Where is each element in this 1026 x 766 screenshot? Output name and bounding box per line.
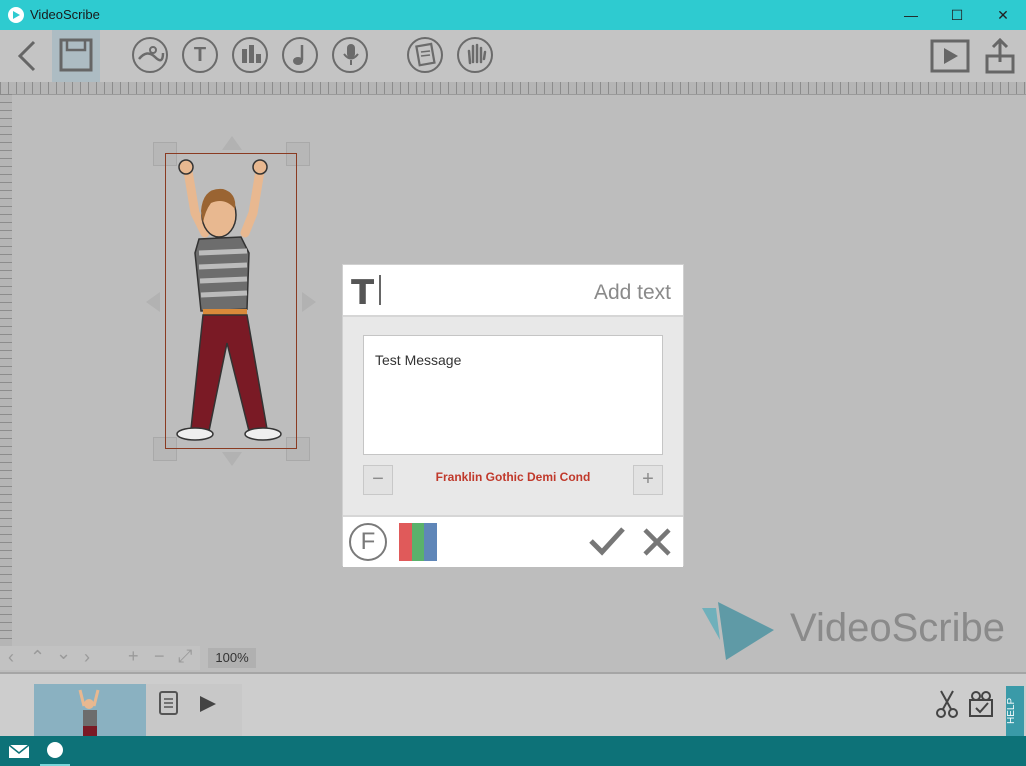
confirm-check-icon[interactable] bbox=[587, 521, 627, 561]
color-swatch-red bbox=[399, 523, 412, 561]
vertical-ruler bbox=[0, 94, 12, 654]
image-icon[interactable] bbox=[132, 37, 168, 73]
publish-icon[interactable] bbox=[984, 36, 1016, 76]
voiceover-icon[interactable] bbox=[332, 37, 368, 73]
font-button[interactable]: F bbox=[349, 523, 387, 561]
thumbnail-actions bbox=[146, 684, 242, 736]
cancel-x-icon[interactable] bbox=[639, 521, 675, 561]
maximize-button[interactable]: ☐ bbox=[934, 0, 980, 30]
app-logo-icon bbox=[47, 742, 63, 758]
mail-icon[interactable] bbox=[8, 742, 30, 760]
decrease-font-button[interactable]: − bbox=[363, 465, 393, 495]
nav-up-icon[interactable]: ⌃ bbox=[30, 647, 45, 668]
text-input[interactable]: Test Message bbox=[363, 335, 663, 455]
minimize-button[interactable]: — bbox=[888, 0, 934, 30]
scene-thumbnail[interactable] bbox=[34, 684, 146, 736]
color-swatch-blue bbox=[424, 523, 438, 561]
nav-left-icon[interactable]: ‹ bbox=[8, 647, 14, 668]
zoom-in-icon[interactable]: + bbox=[128, 646, 139, 667]
script-icon[interactable] bbox=[407, 37, 443, 73]
nav-right-icon[interactable]: › bbox=[84, 647, 90, 668]
videoscribe-logo-icon bbox=[702, 602, 774, 660]
move-right-arrow-icon[interactable] bbox=[302, 292, 316, 312]
thumbnail-image bbox=[78, 689, 100, 736]
help-tab[interactable]: HELP bbox=[1006, 686, 1024, 736]
cut-icon[interactable] bbox=[934, 688, 960, 720]
move-up-arrow-icon[interactable] bbox=[222, 136, 242, 150]
text-tool-icon: T bbox=[351, 273, 375, 313]
play-icon[interactable] bbox=[930, 38, 970, 74]
text-icon[interactable]: T bbox=[182, 37, 218, 73]
back-icon[interactable] bbox=[12, 38, 42, 74]
dialog-footer: F bbox=[343, 515, 683, 567]
play-icon[interactable] bbox=[198, 694, 218, 714]
camera-check-icon[interactable] bbox=[968, 690, 1002, 720]
hand-icon[interactable] bbox=[457, 37, 493, 73]
color-picker-button[interactable] bbox=[399, 523, 438, 561]
music-icon[interactable] bbox=[282, 37, 318, 73]
canvas-navigation: ‹ ⌃ ⌄ › + − ⤢ bbox=[0, 643, 200, 670]
nav-down-icon[interactable]: ⌄ bbox=[56, 643, 71, 664]
taskbar-app-videoscribe[interactable] bbox=[40, 736, 70, 766]
dialog-header: T Add text bbox=[343, 265, 683, 317]
text-cursor-icon bbox=[379, 275, 381, 305]
zoom-out-icon[interactable]: − bbox=[154, 646, 165, 667]
move-down-arrow-icon[interactable] bbox=[222, 452, 242, 466]
move-left-arrow-icon[interactable] bbox=[146, 292, 160, 312]
save-button[interactable] bbox=[52, 30, 100, 82]
chart-icon[interactable] bbox=[232, 37, 268, 73]
add-text-dialog: T Add text Test Message − Franklin Gothi… bbox=[343, 265, 683, 567]
title-bar: VideoScribe — ☐ ✕ bbox=[0, 0, 1026, 30]
app-logo-icon bbox=[8, 7, 24, 23]
taskbar bbox=[0, 736, 1026, 766]
save-icon bbox=[59, 38, 93, 72]
script-icon[interactable] bbox=[158, 690, 180, 716]
font-name-label: Franklin Gothic Demi Cond bbox=[435, 470, 591, 484]
dialog-title: Add text bbox=[593, 281, 671, 304]
window-title: VideoScribe bbox=[30, 7, 100, 22]
horizontal-ruler bbox=[0, 82, 1026, 95]
increase-font-button[interactable]: + bbox=[633, 465, 663, 495]
zoom-level: 100% bbox=[208, 648, 256, 668]
watermark-text: VideoScribe bbox=[790, 606, 1005, 650]
color-swatch-green bbox=[411, 523, 425, 561]
selection-box[interactable] bbox=[165, 153, 297, 449]
close-window-button[interactable]: ✕ bbox=[980, 0, 1026, 30]
fit-screen-icon[interactable]: ⤢ bbox=[178, 646, 192, 667]
